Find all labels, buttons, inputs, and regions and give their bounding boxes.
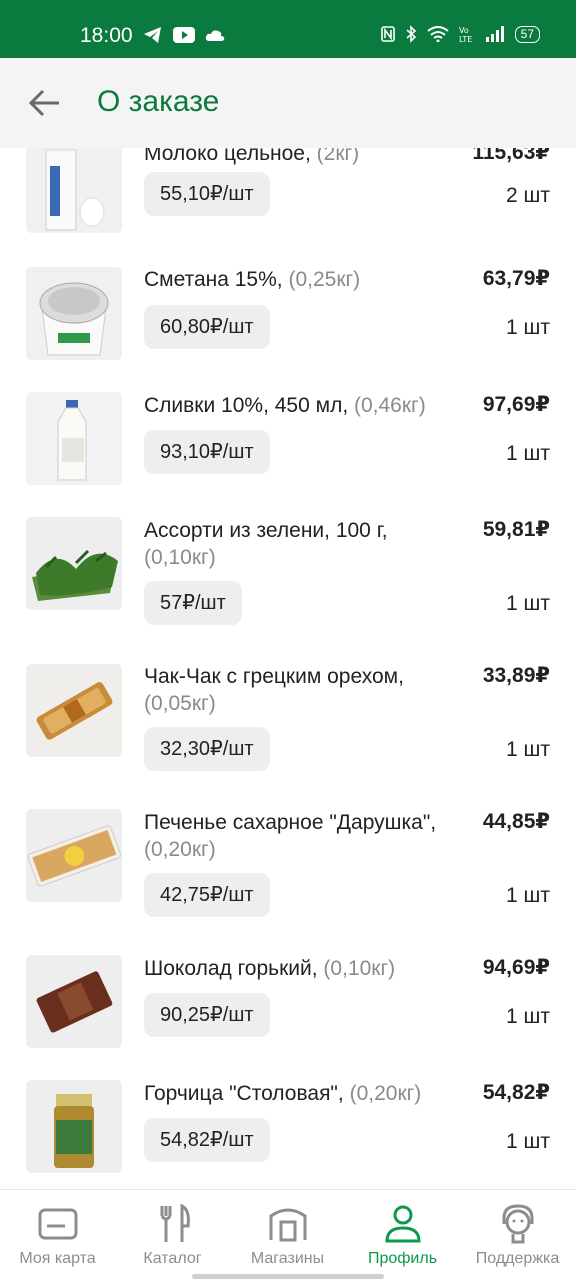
product-image	[26, 148, 122, 233]
item-total: 59,81₽	[482, 518, 550, 541]
nav-item-support[interactable]: Поддержка	[460, 1190, 575, 1280]
list-item[interactable]: Ассорти из зелени, 100 г, (0,10кг) 59,81…	[0, 517, 576, 647]
product-name: Ассорти из зелени, 100 г, (0,10кг)	[144, 519, 388, 569]
order-items-list[interactable]: Молоко цельное, (2кг) 115,63₽ 55,10₽/шт …	[0, 148, 576, 1188]
telegram-icon	[144, 27, 161, 43]
product-name: Чак-Чак с грецким орехом, (0,05кг)	[144, 665, 404, 715]
product-image	[26, 267, 122, 360]
back-arrow-icon[interactable]	[28, 88, 62, 118]
support-icon	[502, 1204, 534, 1244]
app-header: О заказе	[0, 58, 576, 148]
list-item[interactable]: Чак-Чак с грецким орехом, (0,05кг) 33,89…	[0, 663, 576, 793]
list-item[interactable]: Шоколад горький, (0,10кг) 94,69₽ 90,25₽/…	[0, 955, 576, 1065]
wifi-icon	[427, 26, 449, 42]
item-quantity: 1 шт	[506, 442, 550, 465]
item-quantity: 1 шт	[506, 1005, 550, 1028]
list-item[interactable]: Сливки 10%, 450 мл, (0,46кг) 97,69₽ 93,1…	[0, 392, 576, 502]
item-total: 63,79₽	[482, 267, 550, 290]
product-image	[26, 1080, 122, 1173]
signal-icon	[485, 26, 504, 42]
item-total: 94,69₽	[482, 956, 550, 979]
list-item[interactable]: Горчица "Столовая", (0,20кг) 54,82₽ 54,8…	[0, 1080, 576, 1188]
item-quantity: 1 шт	[506, 592, 550, 615]
item-total: 33,89₽	[482, 664, 550, 687]
bottom-navigation: Моя карта Каталог Магазины Профиль Подде…	[0, 1189, 576, 1280]
bluetooth-icon	[406, 25, 416, 43]
nav-label: Моя карта	[19, 1250, 96, 1267]
unit-price-badge: 57₽/шт	[144, 581, 242, 625]
nav-item-stores[interactable]: Магазины	[230, 1190, 345, 1280]
nav-label: Профиль	[367, 1250, 438, 1267]
product-name: Сливки 10%, 450 мл, (0,46кг)	[144, 394, 426, 417]
product-image	[26, 392, 122, 485]
page-title: О заказе	[97, 85, 220, 118]
product-name: Печенье сахарное "Дарушка", (0,20кг)	[144, 811, 437, 861]
item-total: 97,69₽	[482, 393, 550, 416]
product-image	[26, 955, 122, 1048]
volte-icon: VoLTE	[459, 26, 472, 43]
nav-label: Поддержка	[475, 1250, 560, 1267]
item-quantity: 1 шт	[506, 884, 550, 907]
fork-knife-icon	[160, 1204, 190, 1242]
item-total: 115,63₽	[472, 148, 550, 164]
item-quantity: 1 шт	[506, 316, 550, 339]
product-image	[26, 517, 122, 610]
list-item[interactable]: Печенье сахарное "Дарушка", (0,20кг) 44,…	[0, 809, 576, 939]
nav-label: Магазины	[250, 1250, 325, 1267]
battery-icon: 57	[514, 25, 540, 43]
product-name: Сметана 15%, (0,25кг)	[144, 268, 361, 291]
item-quantity: 2 шт	[506, 184, 550, 207]
nav-label: Каталог	[143, 1250, 202, 1267]
product-name: Горчица "Столовая", (0,20кг)	[144, 1082, 422, 1105]
svg-text:LTE: LTE	[459, 35, 472, 43]
unit-price-badge: 93,10₽/шт	[144, 430, 270, 474]
person-icon	[385, 1205, 421, 1243]
cloud-icon	[205, 30, 225, 41]
item-total: 54,82₽	[482, 1081, 550, 1104]
status-time: 18:00	[80, 24, 133, 47]
card-icon	[38, 1208, 78, 1240]
item-total: 44,85₽	[482, 810, 550, 833]
item-quantity: 1 шт	[506, 738, 550, 761]
list-item[interactable]: Сметана 15%, (0,25кг) 63,79₽ 60,80₽/шт 1…	[0, 266, 576, 376]
product-name: Шоколад горький, (0,10кг)	[144, 957, 396, 980]
item-quantity: 1 шт	[506, 1130, 550, 1153]
unit-price-badge: 54,82₽/шт	[144, 1118, 270, 1162]
youtube-icon	[173, 27, 195, 43]
unit-price-badge: 55,10₽/шт	[144, 172, 270, 216]
unit-price-badge: 90,25₽/шт	[144, 993, 270, 1037]
list-item[interactable]: Молоко цельное, (2кг) 115,63₽ 55,10₽/шт …	[0, 148, 576, 250]
product-name: Молоко цельное, (2кг)	[144, 148, 360, 165]
home-indicator[interactable]	[192, 1274, 384, 1279]
store-icon	[269, 1208, 307, 1242]
product-image	[26, 809, 122, 902]
nav-item-my-card[interactable]: Моя карта	[0, 1190, 115, 1280]
nav-item-profile[interactable]: Профиль	[345, 1190, 460, 1280]
svg-text:Vo: Vo	[459, 26, 469, 35]
nav-item-catalog[interactable]: Каталог	[115, 1190, 230, 1280]
unit-price-badge: 32,30₽/шт	[144, 727, 270, 771]
product-image	[26, 664, 122, 757]
nfc-icon	[380, 26, 395, 42]
unit-price-badge: 42,75₽/шт	[144, 873, 270, 917]
unit-price-badge: 60,80₽/шт	[144, 305, 270, 349]
status-bar: 18:00 Vo LTE 57	[0, 0, 576, 58]
